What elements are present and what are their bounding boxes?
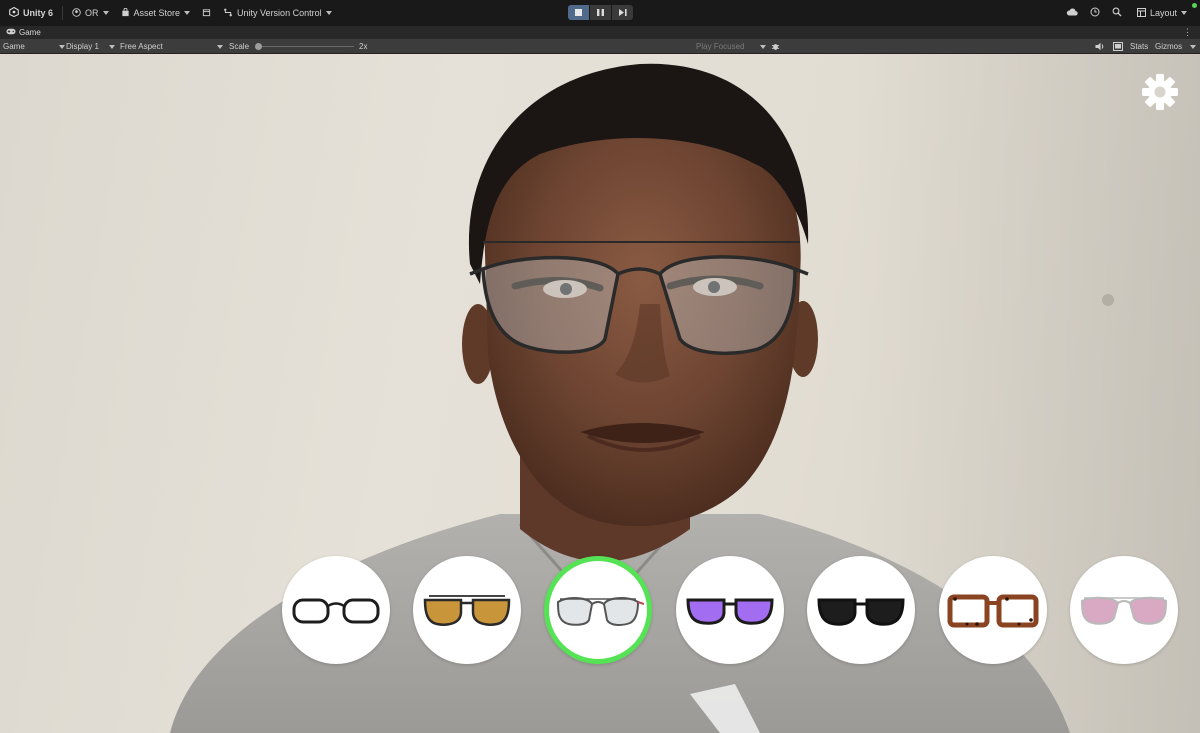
package-button[interactable] <box>199 3 214 23</box>
account-button[interactable]: OR <box>69 3 112 23</box>
play-controls <box>568 5 633 20</box>
frame-option-6[interactable] <box>939 556 1047 664</box>
scale-value: 2x <box>359 42 368 51</box>
stop-icon <box>575 8 582 18</box>
gizmos-label: Gizmos <box>1155 42 1183 51</box>
chevron-down-icon <box>58 44 65 49</box>
game-view-toolbar: Game Display 1 Free Aspect Scale 2x Play… <box>0 39 1200 54</box>
scale-slider-handle[interactable] <box>255 43 262 50</box>
unity-editor-window: Unity 6 OR Asset Store Unity Version Con… <box>0 0 1200 733</box>
step-button[interactable] <box>612 5 633 20</box>
play-mode-dropdown[interactable]: Play Focused <box>696 39 767 54</box>
history-icon[interactable] <box>1090 7 1100 19</box>
black-sunglasses-icon <box>817 598 905 626</box>
chevron-down-icon <box>108 44 115 49</box>
gear-icon[interactable] <box>1140 72 1180 112</box>
chevron-down-icon <box>216 44 223 49</box>
search-icon[interactable] <box>1112 7 1122 19</box>
round-glasses-icon <box>292 598 380 624</box>
step-icon <box>618 8 627 18</box>
display-mode-label: Game <box>3 42 25 51</box>
layout-button[interactable]: Layout <box>1134 3 1190 23</box>
account-icon <box>72 7 81 19</box>
version-control-label: Unity Version Control <box>237 8 322 18</box>
toolbar-divider <box>62 6 64 20</box>
display-mode-dropdown[interactable]: Game <box>3 39 65 54</box>
purple-sunglasses-icon <box>686 598 774 625</box>
chevron-down-icon <box>1181 11 1187 15</box>
asset-store-button[interactable]: Asset Store <box>118 3 194 23</box>
chevron-down-icon <box>102 11 109 15</box>
toolbar-right: Layout <box>1066 0 1190 26</box>
display-label: Display 1 <box>66 42 99 51</box>
layout-grid-icon <box>1136 7 1146 19</box>
tab-game[interactable]: Game <box>6 28 41 37</box>
pause-icon <box>597 8 604 18</box>
account-label: OR <box>85 8 99 18</box>
chevron-down-icon <box>760 44 767 49</box>
stop-button[interactable] <box>568 5 589 20</box>
status-indicator <box>1192 3 1197 8</box>
chevron-down-icon <box>1190 44 1197 49</box>
main-toolbar: Unity 6 OR Asset Store Unity Version Con… <box>0 0 1200 26</box>
scale-label: Scale <box>229 42 250 51</box>
bug-icon[interactable] <box>771 39 780 54</box>
stats-toggle[interactable]: Stats <box>1130 39 1148 54</box>
frame-option-7[interactable] <box>1070 556 1178 664</box>
pink-aviator-icon <box>1080 596 1168 625</box>
aspect-dropdown[interactable]: Free Aspect <box>120 39 223 54</box>
unity-logo-icon <box>9 6 19 19</box>
frame-option-4[interactable] <box>676 556 784 664</box>
frame-option-5[interactable] <box>807 556 915 664</box>
gamepad-icon <box>6 28 16 37</box>
aviator-amber-icon <box>423 595 511 626</box>
version-control-button[interactable]: Unity Version Control <box>220 3 335 23</box>
chevron-down-icon <box>184 11 191 15</box>
asset-store-label: Asset Store <box>133 8 181 18</box>
app-name: Unity 6 <box>23 8 54 18</box>
store-bag-icon <box>121 7 130 19</box>
more-options-icon[interactable]: ⋮ <box>1183 27 1192 38</box>
layout-label: Layout <box>1149 8 1177 18</box>
gizmos-dropdown[interactable]: Gizmos <box>1155 39 1197 54</box>
play-mode-label: Play Focused <box>696 42 745 51</box>
display-stats-icon[interactable] <box>1113 39 1123 54</box>
unity-menu-button[interactable]: Unity 6 <box>6 3 56 23</box>
frame-option-1[interactable] <box>282 556 390 664</box>
tab-game-label: Game <box>19 28 41 37</box>
branch-icon <box>223 8 233 19</box>
tab-bar: Game ⋮ <box>0 26 1200 39</box>
pause-button[interactable] <box>590 5 611 20</box>
package-icon <box>202 8 211 19</box>
audio-icon[interactable] <box>1095 39 1105 54</box>
scale-slider-track[interactable] <box>262 46 354 47</box>
aviator-clear-icon <box>556 597 644 626</box>
display-dropdown[interactable]: Display 1 <box>66 39 115 54</box>
aspect-label: Free Aspect <box>120 42 163 51</box>
tortoise-glasses-icon <box>947 594 1039 628</box>
chevron-down-icon <box>325 11 332 15</box>
frame-option-2[interactable] <box>413 556 521 664</box>
frame-option-3-selected[interactable] <box>544 556 652 664</box>
cloud-icon[interactable] <box>1066 8 1078 18</box>
